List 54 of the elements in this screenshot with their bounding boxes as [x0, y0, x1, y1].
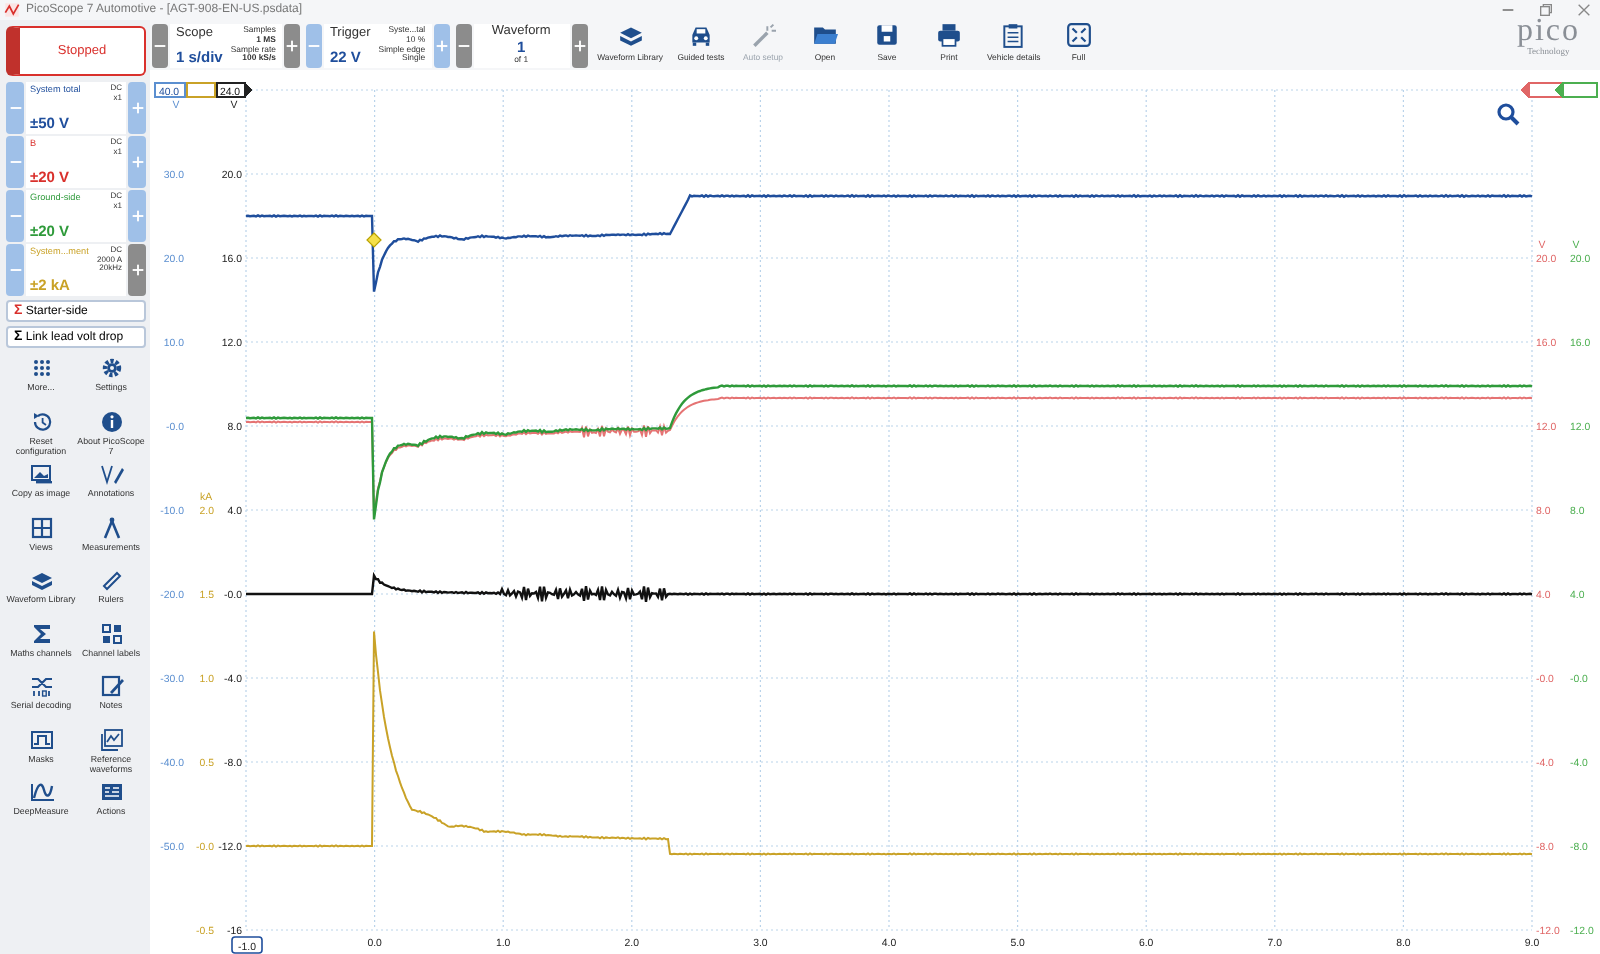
printer-icon: [935, 21, 962, 47]
keyboard-icon: [99, 780, 123, 804]
settings-icon: [99, 356, 123, 380]
trigger-marker[interactable]: [366, 232, 382, 248]
wave-icon: [29, 780, 53, 804]
plus-icon: [433, 37, 450, 53]
decrease-button[interactable]: [152, 23, 168, 67]
zoom-icon[interactable]: [1497, 103, 1520, 126]
decrease-range-button[interactable]: [6, 244, 24, 296]
mask-icon: [29, 727, 53, 751]
increase-button[interactable]: [571, 23, 588, 67]
plus-icon: [283, 37, 300, 53]
plus-icon: [129, 208, 145, 224]
plus-icon: [129, 262, 145, 278]
app-icon: [4, 2, 20, 18]
sigma-icon: [29, 621, 53, 645]
ruler-icon: [99, 568, 123, 592]
stack-icon: [29, 568, 53, 592]
compass-icon: [99, 515, 123, 539]
decrease-range-button[interactable]: [6, 82, 24, 134]
squares-icon: [99, 621, 123, 645]
axis-offset-handle[interactable]: [1554, 82, 1598, 98]
grid-dots-icon: [29, 356, 53, 380]
chart-icon: [99, 727, 123, 751]
restore-icon: [1538, 2, 1554, 18]
fullscreen-icon: [1065, 21, 1092, 47]
car-icon: [687, 21, 714, 47]
decrease-range-button[interactable]: [6, 190, 24, 242]
increase-range-button[interactable]: [128, 136, 146, 188]
decrease-button[interactable]: [455, 23, 472, 67]
decrease-button[interactable]: [305, 23, 322, 67]
axis-offset-handle[interactable]: [186, 82, 222, 98]
wand-icon: [749, 21, 776, 47]
info-icon: [99, 409, 123, 433]
increase-button[interactable]: [283, 23, 300, 67]
increase-range-button[interactable]: [128, 244, 146, 296]
note-pen-icon: [99, 674, 123, 698]
save-icon: [873, 21, 900, 47]
increase-button[interactable]: [433, 23, 450, 67]
close-icon: [1576, 2, 1592, 18]
image-icon: [29, 462, 53, 486]
plus-icon: [571, 37, 588, 53]
pen-icon: [99, 462, 123, 486]
serial-icon: [29, 674, 53, 698]
axis-offset-handle[interactable]: [1520, 82, 1562, 98]
increase-range-button[interactable]: [128, 190, 146, 242]
plus-icon: [129, 154, 145, 170]
increase-range-button[interactable]: [128, 82, 146, 134]
decrease-range-button[interactable]: [6, 136, 24, 188]
folder-icon: [811, 21, 838, 47]
plus-icon: [129, 100, 145, 116]
clock-arrow-icon: [29, 409, 53, 433]
clipboard-icon: [1000, 21, 1027, 47]
four-panes-icon: [29, 515, 53, 539]
